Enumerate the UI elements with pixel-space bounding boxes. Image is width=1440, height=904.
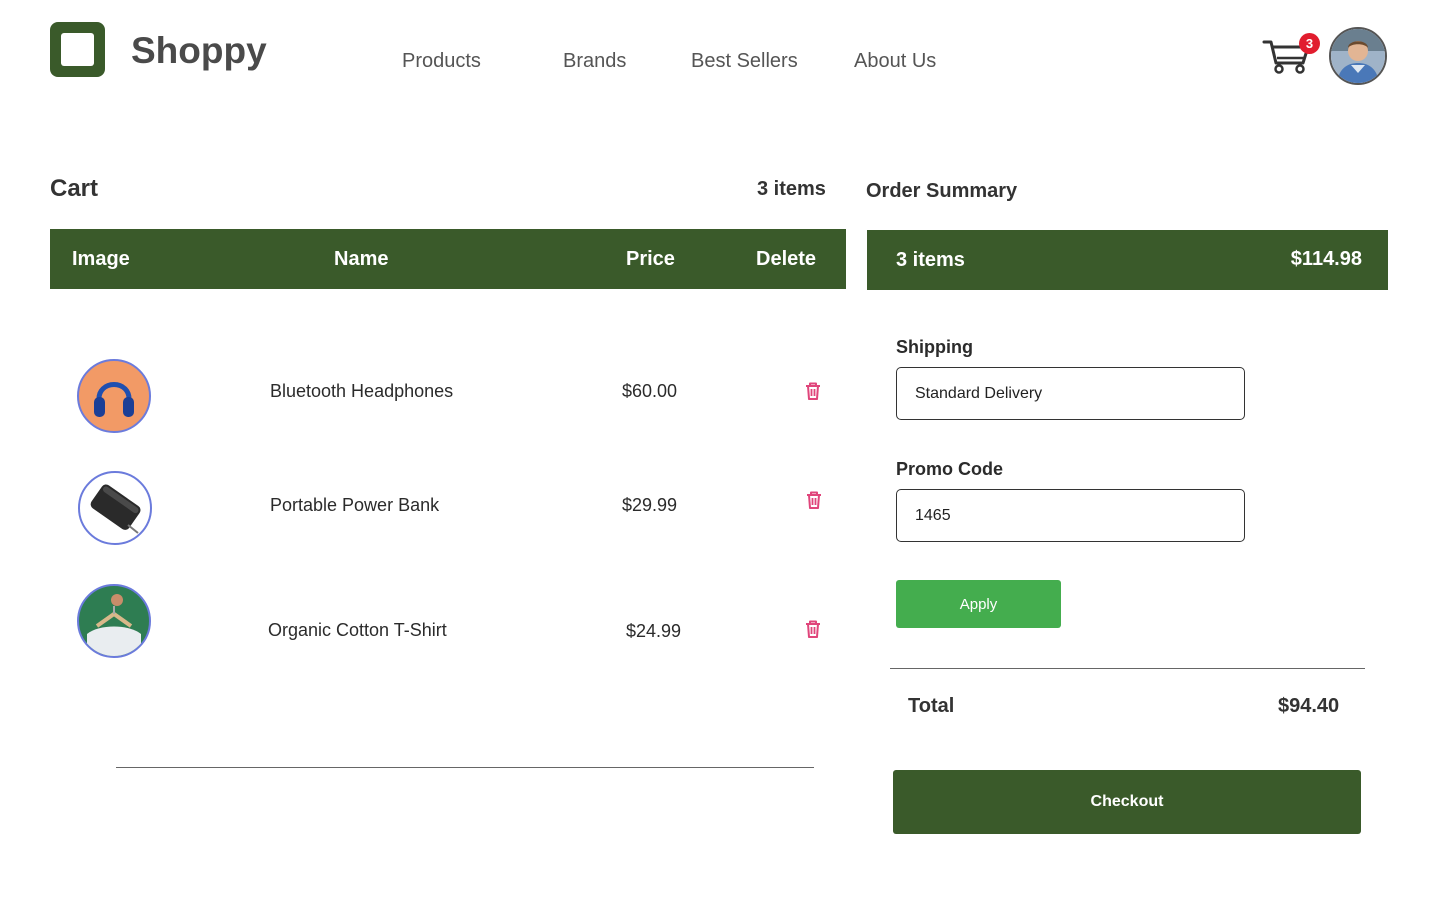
nav-products[interactable]: Products bbox=[402, 50, 481, 73]
nav-about-us[interactable]: About Us bbox=[854, 50, 936, 73]
cart-item-price: $24.99 bbox=[626, 621, 682, 641]
cart-count-badge: 3 bbox=[1299, 33, 1320, 54]
logo-icon[interactable] bbox=[50, 22, 105, 77]
cart-item-name: Bluetooth Headphones bbox=[270, 381, 454, 401]
headphones-icon bbox=[77, 359, 151, 433]
promo-code-field[interactable] bbox=[896, 489, 1245, 542]
trash-icon[interactable] bbox=[803, 619, 823, 639]
cart-table-header: Image Name Price Delete bbox=[50, 229, 846, 289]
trash-icon[interactable] bbox=[804, 490, 824, 510]
cart-item-name: Organic Cotton T-Shirt bbox=[268, 620, 447, 640]
order-summary-header: 3 items $114.98 bbox=[867, 230, 1388, 290]
summary-divider bbox=[890, 668, 1365, 669]
nav-brands[interactable]: Brands bbox=[563, 50, 626, 73]
column-name: Name bbox=[334, 248, 389, 270]
nav-best-sellers[interactable]: Best Sellers bbox=[691, 50, 798, 73]
cart-item-price: $60.00 bbox=[622, 381, 678, 401]
cart-item-price: $29.99 bbox=[622, 495, 678, 515]
total-label: Total bbox=[908, 695, 955, 717]
power-bank-icon bbox=[78, 471, 152, 545]
cart-divider bbox=[116, 767, 814, 768]
cart-item-count: 3 items bbox=[757, 178, 826, 200]
tshirt-icon bbox=[77, 584, 151, 658]
shipping-label: Shipping bbox=[896, 337, 973, 357]
summary-item-count: 3 items bbox=[896, 249, 965, 271]
apply-button[interactable]: Apply bbox=[896, 580, 1061, 628]
checkout-button[interactable]: Checkout bbox=[893, 770, 1361, 834]
order-summary-title: Order Summary bbox=[866, 180, 1018, 202]
cart-title: Cart bbox=[50, 175, 99, 202]
column-price: Price bbox=[626, 248, 675, 270]
summary-subtotal: $114.98 bbox=[1290, 248, 1362, 270]
brand-name: Shoppy bbox=[131, 30, 267, 71]
promo-code-label: Promo Code bbox=[896, 459, 1004, 479]
total-value: $94.40 bbox=[1278, 695, 1340, 717]
shipping-field[interactable] bbox=[896, 367, 1245, 420]
column-image: Image bbox=[72, 248, 130, 270]
trash-icon[interactable] bbox=[803, 381, 823, 401]
column-delete: Delete bbox=[756, 248, 817, 270]
user-avatar[interactable] bbox=[1329, 27, 1387, 85]
cart-item-name: Portable Power Bank bbox=[270, 495, 440, 515]
